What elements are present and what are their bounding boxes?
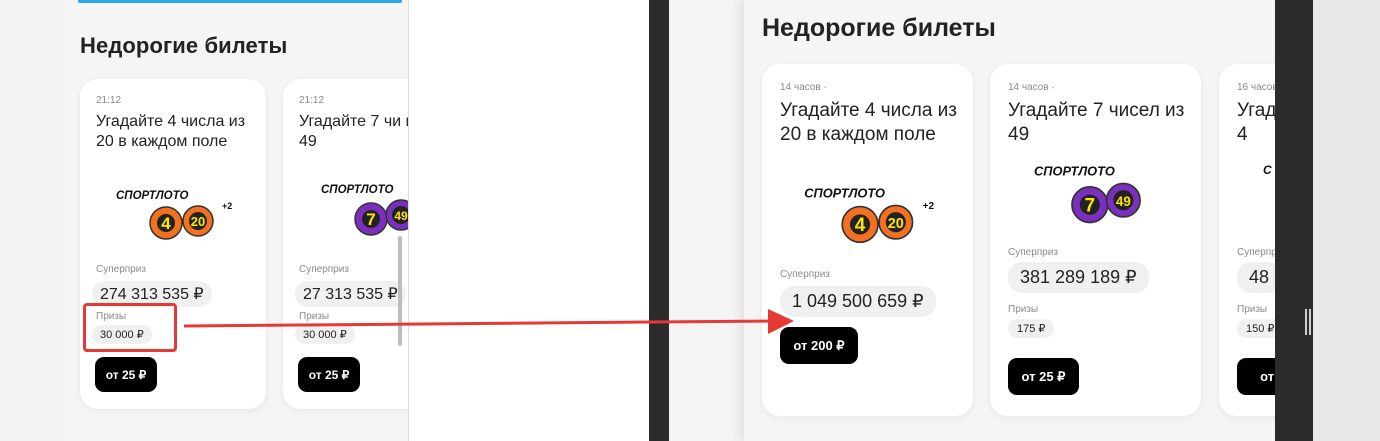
draw-time: 21:12 [96,95,122,106]
lottery-title: Угадайте 4 [1237,100,1275,145]
prizes-label: Призы [1237,304,1268,315]
logo-wordmark: СПОРТЛОТО [321,184,393,196]
blank-area [409,0,649,441]
superprize-label: Суперприз [299,264,349,275]
buy-ticket-button[interactable]: от 200 ₽ [780,327,858,364]
lottery-title: Угадайте 7 чи из 49 [299,113,408,150]
superprize-label: Суперприз [96,264,146,275]
draw-time: 16 часов [1237,82,1275,93]
draw-time: 14 часов · [780,82,827,93]
prizes-label: Призы [299,311,330,322]
left-app-view: Недорогие билеты 21:12 Угадайте 4 числа … [64,0,408,441]
top-accent-bar [78,0,402,3]
superprize-value: 48 [1237,262,1275,293]
ticket-card-4-of-20[interactable]: 14 часов · Угадайте 4 числа из 20 в кажд… [762,64,973,416]
right-margin [669,0,744,441]
ball-number: 49 [394,209,408,223]
screenshot-composite: Недорогие билеты 21:12 Угадайте 4 числа … [0,0,1380,441]
buy-ticket-button[interactable]: от 1 [1237,358,1275,395]
ticket-card-partial[interactable]: 16 часов Угадайте 4 С Суперприз 48 Призы… [1219,64,1275,416]
logo-wordmark: СПОРТЛОТО [116,190,188,202]
ball-number: 4 [161,214,171,233]
logo-wordmark: СПОРТЛОТО [1034,164,1115,179]
prizes-value: 175 ₽ [1008,319,1055,338]
ball-number: 20 [191,214,205,229]
logo-wordmark: С [1263,163,1272,177]
ticket-card-7-of-49[interactable]: 14 часов · Угадайте 7 чисел из 49 СПОРТЛ… [990,64,1201,416]
prizes-label: Призы [1008,304,1039,315]
side-strip [1313,0,1380,441]
draw-time: 14 часов · [1008,82,1055,93]
ball-number: 7 [1085,195,1096,216]
buy-ticket-button[interactable]: от 25 ₽ [298,357,360,392]
buy-ticket-button[interactable]: от 25 ₽ [1008,358,1079,395]
sportloto-4-20-logo: СПОРТЛОТО 4 20 +2 [116,190,232,240]
section-title: Недорогие билеты [762,14,996,42]
drag-handle-icon[interactable] [1305,309,1311,335]
sportloto-logo-partial: С [1263,163,1272,177]
superprize-label: Суперприз [1008,247,1058,258]
left-margin [0,0,64,441]
superprize-label: Суперприз [780,269,830,280]
superprize-value: 381 289 189 ₽ [1008,262,1149,293]
logo-badge: +2 [923,201,935,212]
prizes-value: 150 ₽ [1237,319,1275,338]
logo-wordmark: СПОРТЛОТО [804,186,885,201]
scrollbar-thumb[interactable] [398,236,402,346]
section-title: Недорогие билеты [80,33,288,58]
superprize-value: 27 313 535 ₽ [295,281,406,307]
ball-number: 4 [855,215,866,236]
ball-number: 20 [888,216,904,232]
logo-badge: +2 [222,201,232,211]
lottery-title: Угадайте 7 чисел из 49 [1008,100,1185,145]
draw-time: 21:12 [299,95,325,106]
lottery-title: Угадайте 4 числа из 20 в каждом поле [780,100,958,145]
superprize-label: Суперприз [1237,247,1275,258]
superprize-value: 1 049 500 659 ₽ [780,286,936,317]
ticket-card-7-of-49[interactable]: 21:12 Угадайте 7 чи из 49 СПОРТЛОТО 7 49… [283,79,408,409]
ball-number: 49 [1116,194,1131,209]
dark-frame-right [1275,0,1313,441]
right-app-view: Недорогие билеты 14 часов · Угадайте 4 ч… [744,0,1275,441]
ball-number: 7 [366,210,375,229]
lottery-title: Угадайте 4 числа из 20 в каждом поле [96,113,246,150]
sportloto-7-49-logo: СПОРТЛОТО 7 49 [321,184,408,236]
dark-frame-left [649,0,669,441]
buy-ticket-button[interactable]: от 25 ₽ [95,357,157,392]
sportloto-7-49-logo: СПОРТЛОТО 7 49 [1034,164,1141,224]
prizes-value: 30 000 ₽ [295,325,355,344]
sportloto-4-20-logo: СПОРТЛОТО 4 20 +2 [804,186,935,244]
annotation-highlight-box [83,303,177,352]
ticket-card-4-of-20[interactable]: 21:12 Угадайте 4 числа из 20 в каждом по… [80,79,266,409]
